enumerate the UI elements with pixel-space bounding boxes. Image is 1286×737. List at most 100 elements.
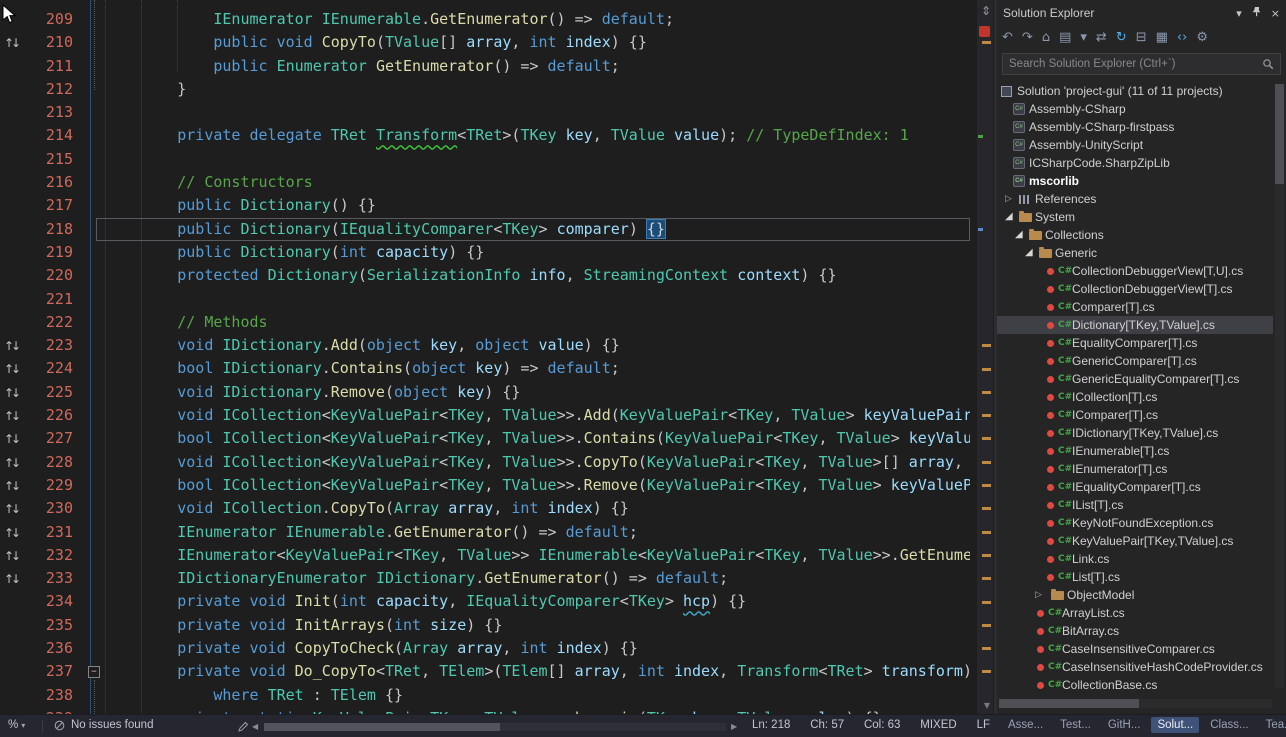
search-icon[interactable]: [1262, 58, 1274, 70]
tree-item[interactable]: C#IEnumerable[T].cs: [997, 442, 1273, 460]
panel-tab-test[interactable]: Test...: [1054, 717, 1097, 733]
collapsed-arrow-icon[interactable]: ▷: [1035, 586, 1042, 604]
code-line[interactable]: public Dictionary() {}: [96, 194, 970, 217]
scrollbar-thumb[interactable]: [999, 699, 1139, 708]
code-line[interactable]: void ICollection<KeyValuePair<TKey, TVal…: [96, 404, 970, 427]
tree-item[interactable]: C#Comparer[T].cs: [997, 298, 1273, 316]
line-number[interactable]: 223: [30, 334, 78, 357]
status-column[interactable]: Col: 63: [864, 719, 900, 731]
implements-interface-icon[interactable]: ↑↓: [0, 456, 18, 470]
split-grip-icon[interactable]: ⇕: [981, 4, 991, 18]
line-number[interactable]: 236: [30, 637, 78, 660]
scrollbar-down-arrow-icon[interactable]: ▼: [984, 701, 990, 710]
line-number[interactable]: 219: [30, 241, 78, 264]
scroll-left-icon[interactable]: ◀: [252, 722, 258, 731]
code-line[interactable]: private void Do_CopyTo<TRet, TElem>(TEle…: [96, 660, 970, 683]
tree-item[interactable]: C#KeyNotFoundException.cs: [997, 514, 1273, 532]
glyph-cell[interactable]: ↑↓: [0, 381, 30, 404]
code-line[interactable]: protected Dictionary(SerializationInfo i…: [96, 264, 970, 287]
tree-item[interactable]: C#CaseInsensitiveHashCodeProvider.cs: [997, 658, 1273, 676]
glyph-cell[interactable]: ↑↓: [0, 544, 30, 567]
code-line[interactable]: // Methods: [96, 311, 970, 334]
code-line[interactable]: public Dictionary(IEqualityComparer<TKey…: [96, 218, 970, 241]
line-number[interactable]: 231: [30, 521, 78, 544]
glyph-cell[interactable]: ↑↓: [0, 521, 30, 544]
issues-indicator[interactable]: No issues found: [54, 719, 153, 731]
implements-interface-icon[interactable]: ↑↓: [0, 432, 18, 446]
glyph-cell[interactable]: ↑↓: [0, 31, 30, 54]
code-line[interactable]: public void CopyTo(TValue[] array, int i…: [96, 31, 970, 54]
code-line[interactable]: private delegate TRet Transform<TRet>(TK…: [96, 124, 970, 147]
glyph-cell[interactable]: ↑↓: [0, 404, 30, 427]
tree-item[interactable]: ▷ObjectModel: [997, 586, 1273, 604]
tree-item[interactable]: C#CollectionDebuggerView[T,U].cs: [997, 262, 1273, 280]
implements-interface-icon[interactable]: ↑↓: [0, 362, 18, 376]
tree-item[interactable]: C#CaseInsensitiveComparer.cs: [997, 640, 1273, 658]
edit-pencil-icon[interactable]: [238, 721, 249, 732]
glyph-cell[interactable]: ↑↓: [0, 427, 30, 450]
tree-item[interactable]: C#ICollection[T].cs: [997, 388, 1273, 406]
line-number[interactable]: 238: [30, 684, 78, 707]
status-eol[interactable]: LF: [977, 719, 990, 731]
code-line[interactable]: IEnumerator IEnumerable.GetEnumerator() …: [96, 8, 970, 31]
tree-item[interactable]: C#GenericEqualityComparer[T].cs: [997, 370, 1273, 388]
code-line[interactable]: void IDictionary.Remove(object key) {}: [96, 381, 970, 404]
explorer-vertical-scrollbar[interactable]: [1275, 84, 1284, 688]
code-line[interactable]: private void Init(int capacity, IEqualit…: [96, 590, 970, 613]
tree-item[interactable]: C#IList[T].cs: [997, 496, 1273, 514]
status-line[interactable]: Ln: 218: [752, 719, 790, 731]
scrollbar-thumb[interactable]: [264, 723, 500, 731]
line-number[interactable]: 212: [30, 78, 78, 101]
scrollbar-thumb[interactable]: [1275, 84, 1284, 184]
line-number[interactable]: 217: [30, 194, 78, 217]
tree-item[interactable]: C#IEnumerator[T].cs: [997, 460, 1273, 478]
tree-item[interactable]: C#KeyValuePair[TKey,TValue].cs: [997, 532, 1273, 550]
zoom-control[interactable]: % ▾: [8, 719, 25, 731]
line-number[interactable]: 222: [30, 311, 78, 334]
tree-item[interactable]: C#BitArray.cs: [997, 622, 1273, 640]
refresh-icon[interactable]: ↻: [1116, 30, 1127, 46]
line-number[interactable]: 228: [30, 451, 78, 474]
pin-icon[interactable]: [1251, 6, 1262, 20]
implements-interface-icon[interactable]: ↑↓: [0, 339, 18, 353]
code-line[interactable]: where TRet : TElem {}: [96, 684, 970, 707]
navigate-forward-icon[interactable]: ↷: [1022, 30, 1033, 46]
line-number[interactable]: 220: [30, 264, 78, 287]
code-line[interactable]: public Enumerator GetEnumerator() => def…: [96, 55, 970, 78]
code-line[interactable]: IEnumerator IEnumerable.GetEnumerator() …: [96, 521, 970, 544]
implements-interface-icon[interactable]: ↑↓: [0, 386, 18, 400]
tree-item[interactable]: C#EqualityComparer[T].cs: [997, 334, 1273, 352]
line-number[interactable]: 221: [30, 288, 78, 311]
status-line-endings[interactable]: MIXED: [920, 719, 956, 731]
code-line[interactable]: bool IDictionary.Contains(object key) =>…: [96, 357, 970, 380]
line-number[interactable]: 226: [30, 404, 78, 427]
expanded-arrow-icon[interactable]: ◢: [1015, 226, 1023, 244]
chevron-down-icon[interactable]: ▾: [1080, 30, 1087, 46]
code-line[interactable]: private void CopyToCheck(Array array, in…: [96, 637, 970, 660]
line-number[interactable]: 213: [30, 101, 78, 124]
code-line[interactable]: void IDictionary.Add(object key, object …: [96, 334, 970, 357]
tree-item[interactable]: C#Assembly-CSharp: [997, 100, 1273, 118]
line-number[interactable]: 237: [30, 660, 78, 683]
line-number[interactable]: 233: [30, 567, 78, 590]
tree-item[interactable]: ◢System: [997, 208, 1273, 226]
tree-item[interactable]: C#Assembly-CSharp-firstpass: [997, 118, 1273, 136]
line-number[interactable]: 209: [30, 8, 78, 31]
implements-interface-icon[interactable]: ↑↓: [0, 549, 18, 563]
tree-item[interactable]: ◢Collections: [997, 226, 1273, 244]
implements-interface-icon[interactable]: ↑↓: [0, 502, 18, 516]
line-number[interactable]: 225: [30, 381, 78, 404]
tree-item[interactable]: C#Assembly-UnityScript: [997, 136, 1273, 154]
line-number[interactable]: 214: [30, 124, 78, 147]
tree-item[interactable]: C#CollectionDebuggerView[T].cs: [997, 280, 1273, 298]
tree-item[interactable]: ◢Generic: [997, 244, 1273, 262]
search-input[interactable]: Search Solution Explorer (Ctrl+`): [1002, 53, 1281, 75]
tree-item[interactable]: C#List[T].cs: [997, 568, 1273, 586]
code-line[interactable]: [96, 148, 970, 171]
glyph-cell[interactable]: ↑↓: [0, 357, 30, 380]
collapse-all-icon[interactable]: ⊟: [1136, 30, 1147, 46]
implements-interface-icon[interactable]: ↑↓: [0, 36, 18, 50]
code-line[interactable]: bool ICollection<KeyValuePair<TKey, TVal…: [96, 474, 970, 497]
editor-vertical-scrollbar[interactable]: ⇕ ▼: [970, 0, 994, 714]
code-line[interactable]: void ICollection.CopyTo(Array array, int…: [96, 497, 970, 520]
